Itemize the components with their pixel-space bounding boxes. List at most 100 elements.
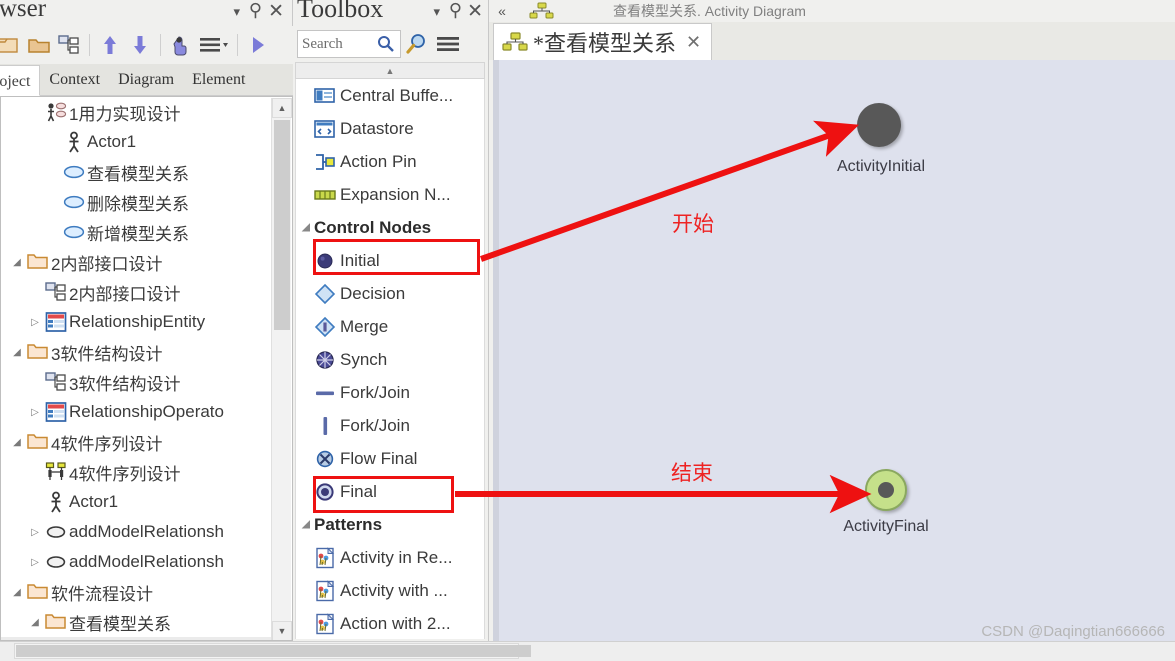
canvas-left-rail <box>493 60 499 652</box>
browser-toolbar <box>0 26 293 64</box>
collapse-icon[interactable]: « <box>489 3 515 19</box>
tree-item[interactable]: 3软件结构设计 <box>1 367 273 397</box>
project-tree[interactable]: 1用力实现设计 Actor1 查看模型关系 删除模型关系 新增模型关系 ◢ 2内部接口设计 2… <box>1 97 273 640</box>
tree-item[interactable]: ◢ 2内部接口设计 <box>1 247 273 277</box>
tree-item[interactable]: 查看模型关系 <box>1 157 273 187</box>
tree-item[interactable]: ▷ RelationshipOperato <box>1 397 273 427</box>
tree-item[interactable]: ◢ 查看模型关系 <box>1 607 273 637</box>
chevron-down-icon[interactable]: ▾ <box>233 4 240 20</box>
tree-item-label: 新增模型关系 <box>87 224 189 244</box>
activity-final-node[interactable] <box>865 469 907 511</box>
tree-item[interactable]: ◢ 3软件结构设计 <box>1 337 273 367</box>
diagram-workspace: « 查看模型关系. Activity Diagram *查看模型关系 ✕ Act… <box>489 0 1175 661</box>
browser-panel-title: rowser <box>0 0 47 22</box>
toolbox-item[interactable]: Central Buffe... <box>296 79 484 112</box>
lifeline-icon <box>43 551 69 573</box>
tree-item[interactable]: ▷ addModelRelationsh <box>1 517 273 547</box>
tree-item[interactable]: ▷ addModelRelationsh <box>1 547 273 577</box>
move-up-icon[interactable] <box>95 30 125 60</box>
scroll-up-arrow[interactable]: ▲ <box>272 98 292 118</box>
close-icon[interactable]: ✕ <box>682 32 705 53</box>
diagram-header-title: 查看模型关系. Activity Diagram <box>613 3 806 19</box>
toolbox-item[interactable]: Final <box>296 475 484 508</box>
tree-item[interactable]: ◢ 4软件序列设计 <box>1 427 273 457</box>
menu-icon[interactable] <box>433 29 465 59</box>
hand-pointer-icon[interactable] <box>166 30 196 60</box>
class-diagram-icon <box>43 371 69 393</box>
pattern-icon <box>310 612 340 635</box>
tree-item[interactable]: ▷ RelationshipEntity <box>1 307 273 337</box>
pin-icon[interactable]: ⚲ <box>249 0 262 21</box>
search-input[interactable]: Search <box>297 30 401 58</box>
tree-item[interactable]: ◢ 软件流程设计 <box>1 577 273 607</box>
toolbox-item[interactable]: Activity with ... <box>296 574 484 607</box>
tree-horizontal-scrollbar[interactable] <box>14 643 531 659</box>
toolbox-group-header[interactable]: ◢ Patterns <box>296 508 484 541</box>
tab-context[interactable]: Context <box>40 64 109 95</box>
activity-initial-node[interactable] <box>857 103 901 147</box>
toolbox-group-header[interactable]: ◢ Control Nodes <box>296 211 484 244</box>
expanded-twisty-icon[interactable]: ◢ <box>298 519 314 530</box>
tree-item[interactable]: 删除模型关系 <box>1 187 273 217</box>
toolbox-item[interactable]: Expansion N... <box>296 178 484 211</box>
tree-item[interactable]: Actor1 <box>1 487 273 517</box>
toolbox-item[interactable]: Initial <box>296 244 484 277</box>
expanded-twisty-icon[interactable]: ◢ <box>9 437 25 448</box>
toolbox-titlebar: Toolbox ▾ ⚲ ✕ <box>293 0 488 26</box>
collapsed-twisty-icon[interactable]: ▷ <box>27 527 43 538</box>
flow-final-icon <box>310 448 340 470</box>
folder-icon[interactable] <box>24 30 54 60</box>
toolbox-item[interactable]: Datastore <box>296 112 484 145</box>
toolbox-item-label: Action Pin <box>340 151 417 171</box>
tree-item[interactable]: 新增模型关系 <box>1 217 273 247</box>
toolbox-item-label: Fork/Join <box>340 415 410 435</box>
model-structure-icon[interactable] <box>54 30 84 60</box>
toolbox-item[interactable]: Flow Final <box>296 442 484 475</box>
tree-item[interactable]: 2内部接口设计 <box>1 277 273 307</box>
scroll-down-arrow[interactable]: ▼ <box>272 621 292 640</box>
run-icon[interactable] <box>243 30 273 60</box>
collapsed-twisty-icon[interactable]: ▷ <box>27 317 43 328</box>
tab-project[interactable]: roject <box>0 65 41 96</box>
diagram-canvas[interactable]: ActivityInitial ActivityFinal 开始 结束 <box>493 60 1175 652</box>
activity-diagram-icon <box>502 32 528 51</box>
toolbox-item[interactable]: Decision <box>296 277 484 310</box>
tab-element[interactable]: Element <box>183 64 254 95</box>
close-icon[interactable]: ✕ <box>467 0 483 23</box>
toolbox-item-list[interactable]: Central Buffe... Datastore Action Pin Expan… <box>295 79 485 639</box>
actor-icon <box>43 491 69 513</box>
tree-scrollbar[interactable]: ▲ ▼ <box>271 98 292 640</box>
scrollbar-thumb[interactable] <box>16 645 531 657</box>
chevron-down-icon[interactable]: ▾ <box>433 4 440 20</box>
toolbox-item[interactable]: Merge <box>296 310 484 343</box>
tree-item[interactable]: Actor1 <box>1 127 273 157</box>
toolbox-item[interactable]: Fork/Join <box>296 409 484 442</box>
toolbox-scroll-up[interactable]: ▲ <box>295 62 485 79</box>
tab-diagram[interactable]: Diagram <box>109 64 183 95</box>
advanced-search-icon[interactable] <box>401 29 433 59</box>
toolbox-item[interactable]: Synch <box>296 343 484 376</box>
new-package-icon[interactable] <box>0 30 24 60</box>
close-icon[interactable]: ✕ <box>268 0 284 23</box>
toolbox-item[interactable]: Activity in Re... <box>296 541 484 574</box>
expanded-twisty-icon[interactable]: ◢ <box>9 587 25 598</box>
collapsed-twisty-icon[interactable]: ▷ <box>27 407 43 418</box>
expanded-twisty-icon[interactable]: ◢ <box>298 222 314 233</box>
expanded-twisty-icon[interactable]: ◢ <box>9 257 25 268</box>
scrollbar-thumb[interactable] <box>274 120 290 330</box>
toolbox-item[interactable]: Fork/Join <box>296 376 484 409</box>
tree-item-label: addModelRelationsh <box>69 552 224 571</box>
collapsed-twisty-icon[interactable]: ▷ <box>27 557 43 568</box>
lifeline-icon <box>43 521 69 543</box>
move-down-icon[interactable] <box>125 30 155 60</box>
expanded-twisty-icon[interactable]: ◢ <box>9 347 25 358</box>
tree-item[interactable]: 4软件序列设计 <box>1 457 273 487</box>
toolbox-item-label: Central Buffe... <box>340 85 454 105</box>
pin-icon[interactable]: ⚲ <box>449 0 462 21</box>
expanded-twisty-icon[interactable]: ◢ <box>27 617 43 628</box>
document-tab[interactable]: *查看模型关系 ✕ <box>493 23 713 60</box>
toolbox-item[interactable]: Action with 2... <box>296 607 484 639</box>
toolbox-item[interactable]: Action Pin <box>296 145 484 178</box>
menu-icon[interactable] <box>196 30 232 60</box>
tree-item[interactable]: 1用力实现设计 <box>1 97 273 127</box>
